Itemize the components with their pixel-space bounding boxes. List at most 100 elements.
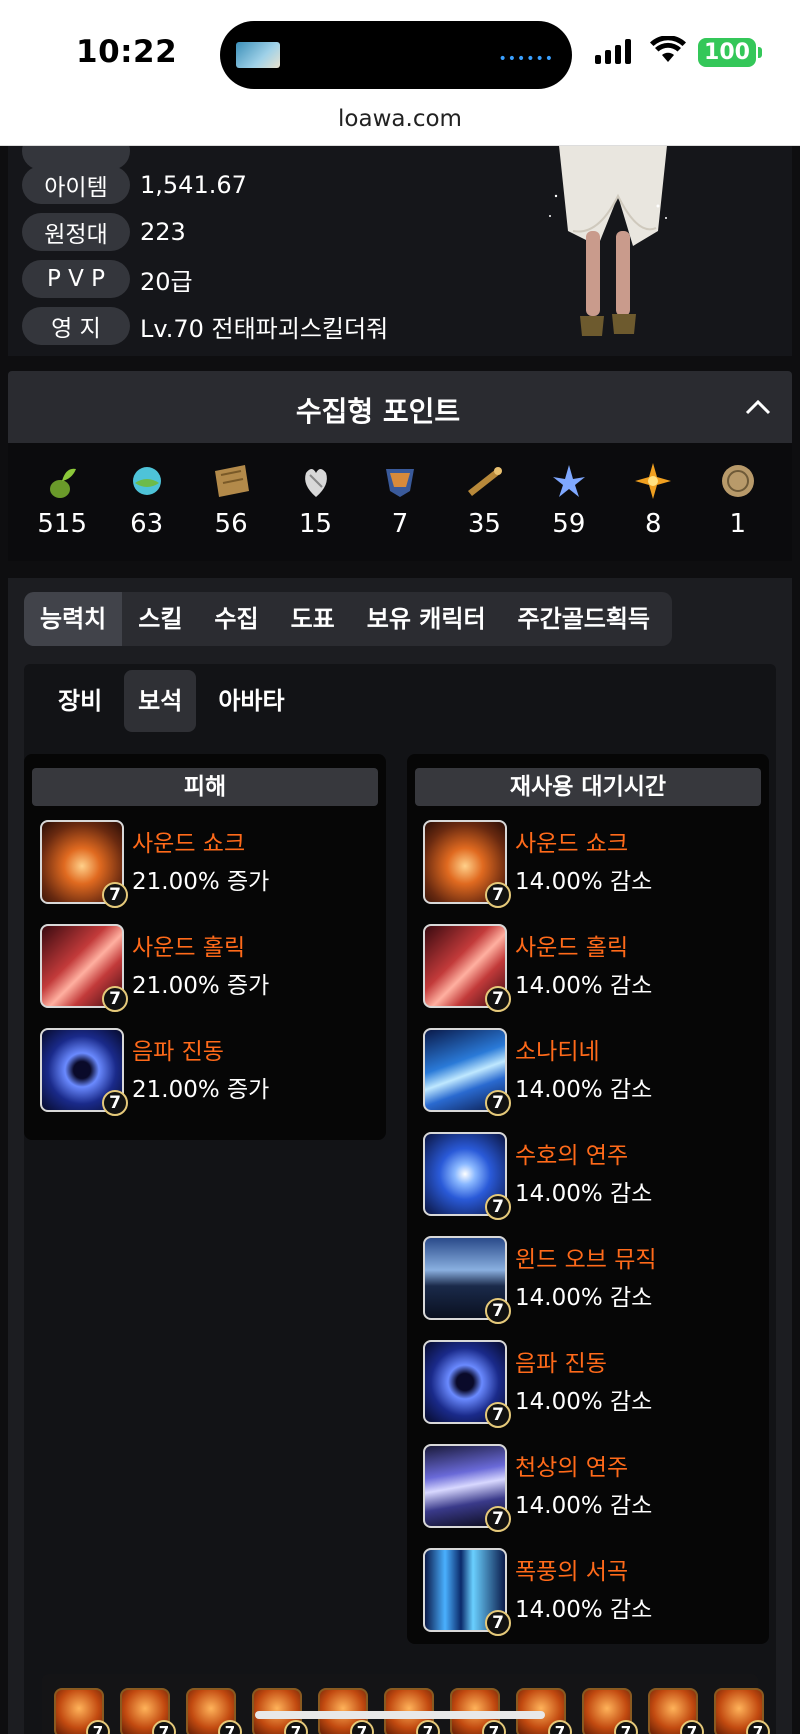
profile-row-expedition: 원정대 223	[22, 213, 186, 251]
gem-level-badge: 7	[218, 1720, 242, 1734]
gem-item[interactable]: 7 음파 진동 14.00% 감소	[415, 1330, 761, 1430]
gem-skill-name: 소나티네	[515, 1039, 600, 1065]
collect-count: 515	[37, 509, 88, 539]
collect-item-coin[interactable]: 1	[703, 443, 773, 561]
gem-item[interactable]: 7 폭풍의 서곡 14.00% 감소	[415, 1538, 761, 1638]
home-indicator[interactable]	[255, 1711, 545, 1719]
profile-value: 20급	[140, 267, 193, 296]
gem-item[interactable]: 7 사운드 쇼크 21.00% 증가	[32, 810, 378, 910]
mask-icon	[385, 469, 414, 497]
collect-points-title: 수집형 포인트	[295, 395, 461, 428]
url-text: loawa.com	[338, 106, 462, 132]
profile-value: 223	[140, 218, 186, 246]
collect-item-island-orb[interactable]: 63	[112, 443, 182, 561]
gem-level-badge: 7	[485, 1090, 511, 1116]
profile-row-item-level: 아이템 1,541.67	[22, 166, 247, 204]
collect-count: 63	[130, 509, 164, 539]
gem-effect: 14.00% 감소	[515, 1493, 653, 1519]
subtab-gems[interactable]: 보석	[124, 670, 197, 732]
media-thumbnail-icon	[236, 42, 280, 68]
gem-level-badge: 7	[614, 1720, 638, 1734]
island-orb-icon	[132, 467, 161, 495]
gem-item[interactable]: 7 음파 진동 21.00% 증가	[32, 1018, 378, 1118]
gem-skill-name: 폭풍의 서곡	[515, 1559, 629, 1585]
profile-label: 원정대	[22, 213, 130, 251]
gem-level-badge: 7	[102, 1090, 128, 1116]
wifi-icon	[650, 36, 686, 62]
gem-level-badge: 7	[485, 1610, 511, 1636]
collect-item-seed[interactable]: 515	[27, 443, 97, 561]
gem-slot-icon[interactable]: 7	[120, 1688, 176, 1734]
gem-level-badge: 7	[680, 1720, 704, 1734]
gem-skill-name: 천상의 연주	[515, 1455, 629, 1481]
gem-effect: 14.00% 감소	[515, 1597, 653, 1623]
gem-effect: 21.00% 증가	[132, 973, 270, 999]
profile-value: 1,541.67	[140, 171, 247, 199]
leaf-icon	[552, 465, 585, 497]
gem-slot-icon[interactable]: 7	[648, 1688, 704, 1734]
gem-item[interactable]: 7 사운드 쇼크 14.00% 감소	[415, 810, 761, 910]
profile-row-estate: 영 지 Lv.70 전태파괴스킬더줘	[22, 307, 388, 345]
gem-slot-icon[interactable]: 7	[582, 1688, 638, 1734]
gem-item[interactable]: 7 천상의 연주 14.00% 감소	[415, 1434, 761, 1534]
gem-level-badge: 7	[485, 1506, 511, 1532]
profile-value: Lv.70 전태파괴스킬더줘	[140, 314, 389, 343]
coin-icon	[721, 465, 754, 497]
gem-effect: 21.00% 증가	[132, 869, 270, 895]
collect-count: 35	[467, 509, 501, 539]
gem-level-badge: 7	[284, 1720, 308, 1734]
collect-count: 8	[645, 509, 662, 539]
chevron-up-icon[interactable]	[744, 393, 772, 421]
gem-item[interactable]: 7 사운드 홀릭 14.00% 감소	[415, 914, 761, 1014]
gem-level-badge: 7	[102, 882, 128, 908]
gem-item[interactable]: 7 윈드 오브 뮤직 14.00% 감소	[415, 1226, 761, 1326]
heart-icon	[304, 469, 327, 497]
collect-count: 56	[214, 509, 248, 539]
collect-item-heart[interactable]: 15	[281, 443, 351, 561]
gem-skill-name: 음파 진동	[132, 1039, 224, 1065]
collect-item-leaf[interactable]: 59	[534, 443, 604, 561]
collect-points-list: 515 63 56 15 7 35 59 8 1	[8, 443, 792, 561]
damage-column-title: 피해	[32, 768, 378, 806]
collect-item-telescope[interactable]: 35	[449, 443, 519, 561]
gem-skill-name: 윈드 오브 뮤직	[515, 1247, 657, 1273]
cooldown-column-title: 재사용 대기시간	[415, 768, 761, 806]
gem-skill-name: 사운드 홀릭	[132, 935, 246, 961]
gem-effect: 14.00% 감소	[515, 869, 653, 895]
gem-level-badge: 7	[86, 1720, 110, 1734]
gem-slot-icon[interactable]: 7	[54, 1688, 110, 1734]
gem-skill-name: 수호의 연주	[515, 1143, 629, 1169]
gem-level-badge: 7	[350, 1720, 374, 1734]
subtab-equipment[interactable]: 장비	[44, 670, 116, 732]
gem-level-badge: 7	[482, 1720, 506, 1734]
character-detail-panel: 능력치 스킬 수집 도표 보유 캐릭터 주간골드획득 장비 보석 아바타 피해 …	[8, 578, 792, 1734]
profile-row-pvp: P V P 20급	[22, 260, 193, 298]
clock: 10:22	[76, 34, 178, 70]
tab-owned-characters[interactable]: 보유 캐릭터	[351, 592, 502, 646]
tab-stats[interactable]: 능력치	[24, 592, 123, 646]
dynamic-island[interactable]: ••••••	[220, 21, 572, 89]
gem-level-badge: 7	[746, 1720, 770, 1734]
gem-level-badge: 7	[485, 986, 511, 1012]
collect-item-map[interactable]: 56	[196, 443, 266, 561]
tab-charts[interactable]: 도표	[275, 592, 351, 646]
gem-slot-icon[interactable]: 7	[714, 1688, 770, 1734]
gem-slot-strip: 7 7 7 7 7 7 7 7 7 7 7	[42, 1674, 770, 1734]
tab-skills[interactable]: 스킬	[122, 592, 198, 646]
tab-weekly-gold[interactable]: 주간골드획득	[502, 592, 666, 646]
sub-tabs: 장비 보석 아바타	[44, 670, 299, 732]
tab-collection[interactable]: 수집	[198, 592, 274, 646]
gem-effect: 21.00% 증가	[132, 1077, 270, 1103]
gem-slot-icon[interactable]: 7	[186, 1688, 242, 1734]
gem-item[interactable]: 7 사운드 홀릭 21.00% 증가	[32, 914, 378, 1014]
collect-item-mask[interactable]: 7	[365, 443, 435, 561]
gem-item[interactable]: 7 소나티네 14.00% 감소	[415, 1018, 761, 1118]
cooldown-gem-column: 재사용 대기시간 7 사운드 쇼크 14.00% 감소 7 사운드 홀릭 14.…	[407, 754, 769, 1644]
browser-url-bar[interactable]: loawa.com	[0, 100, 800, 146]
collect-points-header[interactable]: 수집형 포인트	[8, 371, 792, 443]
gem-skill-name: 음파 진동	[515, 1351, 607, 1377]
profile-label: P V P	[22, 260, 130, 298]
collect-item-star[interactable]: 8	[618, 443, 688, 561]
subtab-avatar[interactable]: 아바타	[204, 670, 298, 732]
gem-item[interactable]: 7 수호의 연주 14.00% 감소	[415, 1122, 761, 1222]
